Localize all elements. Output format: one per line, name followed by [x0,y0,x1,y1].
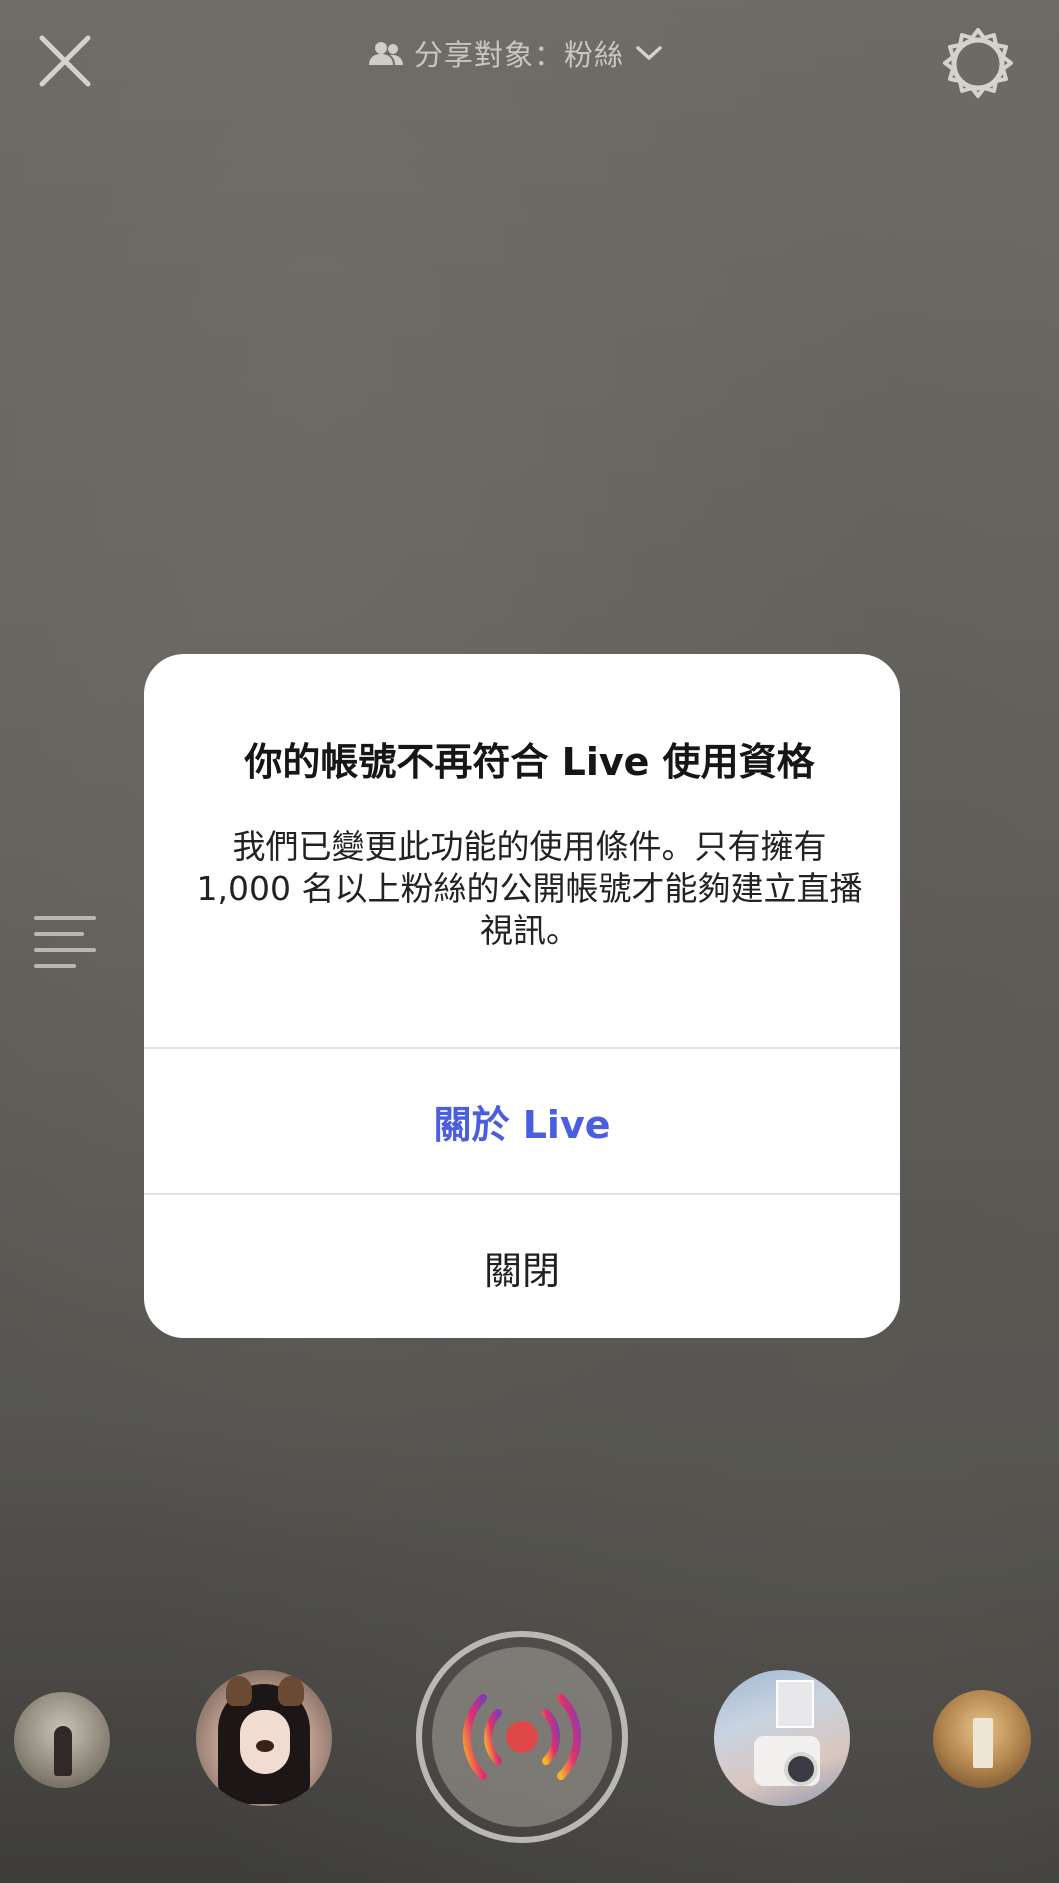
dialog-message: 我們已變更此功能的使用條件。只有擁有 1,000 名以上粉絲的公開帳號才能夠建立… [196,827,863,950]
audience-label: 分享對象：粉絲 [414,38,625,72]
dog-ear-left [226,1676,252,1706]
dialog-title: 你的帳號不再符合 Live 使用資格 [244,740,815,784]
dog-nose [256,1740,274,1752]
live-button[interactable] [415,1630,629,1844]
dog-ear-right [278,1676,304,1706]
sign-shape [973,1718,993,1768]
photo-shape [776,1680,814,1728]
dog-filter-thumbnail[interactable] [196,1670,332,1806]
menu-icon [34,916,96,968]
sunset-thumbnail[interactable] [933,1690,1031,1788]
effect-thumbnail[interactable] [14,1692,110,1788]
person-figure [54,1726,72,1776]
close-dialog-button[interactable]: 關閉 [144,1195,900,1339]
people-icon [369,42,403,65]
camera-thumbnail[interactable] [714,1670,850,1806]
close-button[interactable] [34,30,96,92]
about-live-button[interactable]: 關於 Live [144,1049,900,1193]
menu-button[interactable] [34,914,96,976]
settings-button[interactable] [940,26,1016,102]
audience-selector[interactable]: 分享對象：粉絲 [368,28,664,78]
live-broadcast-icon [416,1631,628,1843]
close-icon [39,35,91,87]
camera-lens-shape [784,1752,818,1786]
chevron-down-icon [636,46,662,60]
gear-icon [943,28,1013,98]
